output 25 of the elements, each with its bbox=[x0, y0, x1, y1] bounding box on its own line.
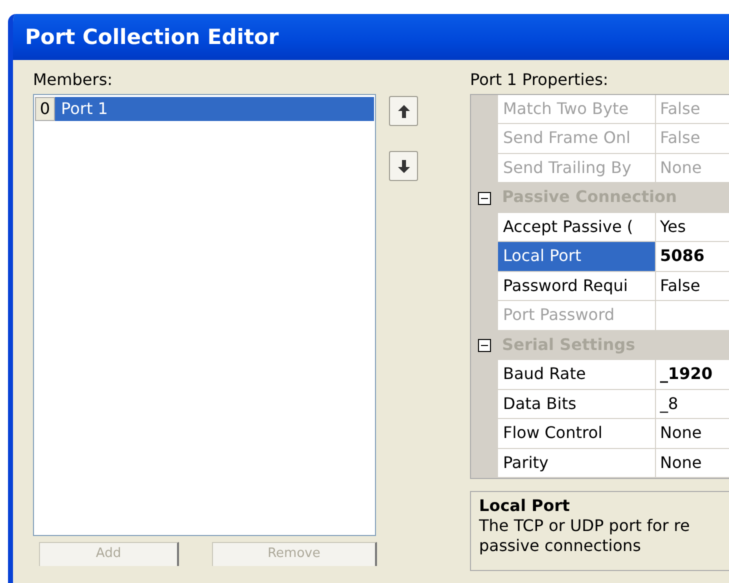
description-title: Local Port bbox=[479, 496, 571, 516]
move-up-button[interactable] bbox=[389, 96, 418, 126]
property-name[interactable]: Parity bbox=[498, 448, 656, 478]
arrow-up-icon bbox=[396, 104, 410, 118]
property-name[interactable]: Data Bits bbox=[498, 390, 656, 419]
property-name[interactable]: Flow Control bbox=[498, 419, 656, 448]
property-value[interactable]: _1920 bbox=[656, 360, 729, 390]
move-down-button[interactable] bbox=[389, 151, 418, 181]
property-value[interactable]: 5086 bbox=[656, 242, 729, 272]
property-value[interactable]: _8 bbox=[656, 390, 729, 419]
arrow-down-icon bbox=[396, 158, 410, 174]
description-text: The TCP or UDP port for re passive connections bbox=[479, 516, 690, 555]
property-name[interactable]: Password Requi bbox=[498, 272, 656, 301]
property-value[interactable]: False bbox=[656, 272, 729, 301]
window-title: Port Collection Editor bbox=[13, 14, 729, 60]
property-name[interactable]: Accept Passive ( bbox=[498, 212, 656, 242]
property-value[interactable]: None bbox=[656, 448, 729, 478]
property-value[interactable]: Yes bbox=[656, 212, 729, 242]
members-label: Members: bbox=[33, 69, 113, 90]
properties-label: Port 1 Properties: bbox=[470, 69, 608, 90]
property-name[interactable]: Baud Rate bbox=[498, 360, 656, 390]
item-index: 0 bbox=[35, 96, 55, 120]
member-item[interactable]: Port 1 bbox=[55, 96, 374, 120]
property-name[interactable]: Local Port bbox=[498, 242, 656, 272]
property-value[interactable]: None bbox=[656, 419, 729, 448]
